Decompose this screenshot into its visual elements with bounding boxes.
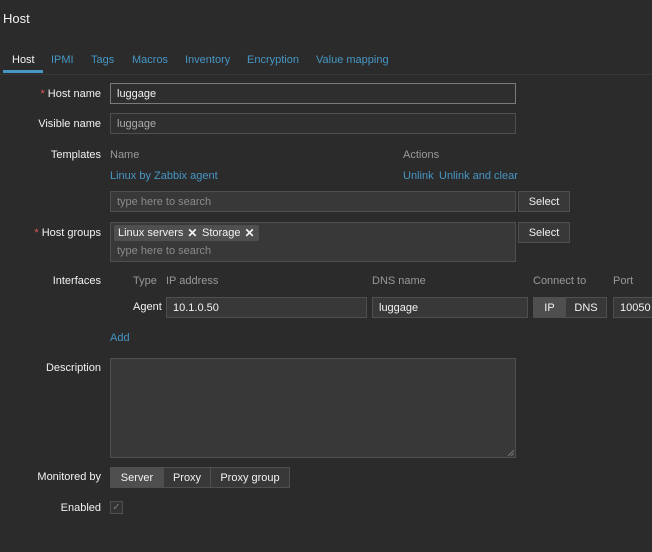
required-marker: * — [40, 88, 45, 100]
interfaces-type-header: Type — [133, 275, 157, 287]
host-name-label: * Host name — [41, 88, 101, 100]
template-unlink-and-clear-link[interactable]: Unlink and clear — [439, 170, 518, 182]
enabled-checkbox[interactable]: ✓ — [110, 501, 123, 514]
tab-ipmi[interactable]: IPMI — [51, 54, 74, 66]
interfaces-connect-header: Connect to — [533, 275, 587, 287]
templates-select-button[interactable]: Select — [518, 191, 570, 212]
check-icon: ✓ — [112, 502, 121, 513]
host-group-tag-linux-servers: Linux servers ✕ — [114, 225, 202, 241]
visible-name-label: Visible name — [38, 118, 101, 130]
remove-tag-icon[interactable]: ✕ — [187, 226, 197, 240]
templates-actions-header: Actions — [403, 149, 440, 161]
templates-name-header: Name — [110, 149, 140, 161]
templates-search-input[interactable]: type here to search — [110, 191, 516, 212]
visible-name-placeholder: luggage — [117, 117, 157, 130]
templates-search-placeholder: type here to search — [117, 195, 212, 208]
host-groups-search-placeholder[interactable]: type here to search — [117, 245, 211, 257]
tab-encryption[interactable]: Encryption — [247, 54, 299, 66]
tab-bar: Host IPMI Tags Macros Inventory Encrypti… — [0, 52, 652, 75]
tab-tags[interactable]: Tags — [91, 54, 114, 66]
monitored-by-proxy-group-button[interactable]: Proxy group — [210, 467, 290, 488]
interface-ip-input[interactable]: 10.1.0.50 — [166, 297, 367, 318]
monitored-by-server-button[interactable]: Server — [110, 467, 164, 488]
host-name-label-text: Host name — [47, 88, 101, 100]
template-link-linux-by-zabbix-agent[interactable]: Linux by Zabbix agent — [110, 170, 218, 182]
monitored-by-proxy-button[interactable]: Proxy — [163, 467, 211, 488]
host-groups-multiselect[interactable]: Linux servers ✕ Storage ✕ type here to s… — [110, 222, 516, 262]
remove-tag-icon[interactable]: ✕ — [245, 226, 255, 240]
host-name-input[interactable]: luggage — [110, 83, 516, 104]
interface-port-value: 10050 — [620, 301, 651, 314]
host-group-tag-storage: Storage ✕ — [198, 225, 259, 241]
host-name-value: luggage — [117, 87, 157, 100]
description-label: Description — [45, 362, 101, 374]
connect-to-dns-button[interactable]: DNS — [565, 297, 607, 318]
tab-inventory[interactable]: Inventory — [185, 54, 230, 66]
monitored-by-label: Monitored by — [37, 471, 101, 483]
host-groups-label: * Host groups — [34, 227, 101, 239]
active-tab-indicator — [3, 70, 43, 73]
tab-macros[interactable]: Macros — [132, 54, 168, 66]
interface-type-agent: Agent — [133, 301, 162, 313]
host-groups-label-text: Host groups — [41, 227, 101, 239]
interface-port-input[interactable]: 10050 — [613, 297, 652, 318]
template-unlink-link[interactable]: Unlink — [403, 170, 434, 182]
interfaces-dns-header: DNS name — [372, 275, 426, 287]
required-marker: * — [34, 227, 39, 239]
host-group-tag-label: Storage — [202, 227, 241, 239]
templates-label: Templates — [50, 149, 101, 161]
visible-name-input[interactable]: luggage — [110, 113, 516, 134]
description-textarea[interactable] — [110, 358, 516, 458]
interfaces-ip-header: IP address — [166, 275, 219, 287]
add-interface-link[interactable]: Add — [110, 332, 130, 344]
tab-value-mapping[interactable]: Value mapping — [316, 54, 389, 66]
resize-handle-icon[interactable] — [508, 450, 514, 456]
interfaces-port-header: Port — [613, 275, 634, 287]
enabled-label: Enabled — [60, 502, 101, 514]
host-groups-select-button[interactable]: Select — [518, 222, 570, 243]
interface-ip-value: 10.1.0.50 — [173, 301, 219, 314]
connect-to-ip-button[interactable]: IP — [533, 297, 566, 318]
interface-dns-input[interactable]: luggage — [372, 297, 528, 318]
tab-host[interactable]: Host — [12, 54, 35, 66]
interfaces-label: Interfaces — [52, 275, 101, 287]
interface-dns-value: luggage — [379, 301, 419, 314]
page-title: Host — [3, 11, 30, 26]
host-group-tag-label: Linux servers — [118, 227, 184, 239]
